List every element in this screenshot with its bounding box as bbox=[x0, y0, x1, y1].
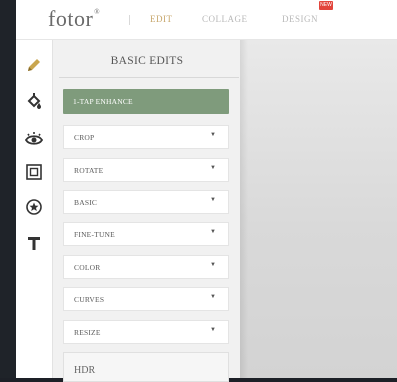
new-badge: NEW bbox=[319, 1, 333, 10]
panel-divider bbox=[59, 77, 239, 78]
panel-title: BASIC EDITS bbox=[110, 55, 184, 67]
tab-collage[interactable]: COLLAGE bbox=[202, 14, 248, 24]
frame-icon[interactable] bbox=[22, 160, 46, 184]
chevron-down-icon: ▼ bbox=[210, 294, 216, 300]
sticker-icon[interactable] bbox=[22, 195, 46, 219]
chevron-down-icon: ▼ bbox=[210, 165, 216, 171]
rotate-dropdown[interactable]: ROTATE ▼ bbox=[63, 158, 229, 182]
pencil-icon[interactable] bbox=[22, 53, 46, 77]
chevron-down-icon: ▼ bbox=[210, 327, 216, 333]
eye-icon[interactable] bbox=[22, 127, 46, 151]
crop-dropdown[interactable]: CROP ▼ bbox=[63, 125, 229, 149]
fotor-logo[interactable]: fotor® bbox=[48, 6, 100, 32]
basic-dropdown[interactable]: BASIC ▼ bbox=[63, 190, 229, 214]
tool-sidebar bbox=[16, 40, 52, 378]
chevron-down-icon: ▼ bbox=[210, 197, 216, 203]
canvas-edge-shadow bbox=[240, 40, 248, 378]
text-icon[interactable] bbox=[22, 231, 46, 255]
color-dropdown[interactable]: COLOR ▼ bbox=[63, 255, 229, 279]
tab-design[interactable]: DESIGN bbox=[282, 14, 318, 24]
one-tap-enhance-button[interactable]: 1-TAP ENHANCE bbox=[63, 89, 229, 114]
photo-canvas[interactable] bbox=[240, 40, 397, 378]
basic-edits-panel: BASIC EDITS 1-TAP ENHANCE CROP ▼ ROTATE … bbox=[52, 40, 240, 382]
paint-bucket-icon[interactable] bbox=[22, 90, 46, 114]
tab-edit[interactable]: EDIT bbox=[150, 14, 173, 24]
chevron-down-icon: ▼ bbox=[210, 132, 216, 138]
top-navigation-bar: fotor® EDIT COLLAGE DESIGN NEW bbox=[16, 0, 397, 40]
window-edge-left bbox=[0, 0, 16, 378]
chevron-down-icon: ▼ bbox=[210, 262, 216, 268]
fine-tune-dropdown[interactable]: FINE-TUNE ▼ bbox=[63, 222, 229, 246]
resize-dropdown[interactable]: RESIZE ▼ bbox=[63, 320, 229, 344]
chevron-down-icon: ▼ bbox=[210, 229, 216, 235]
curves-dropdown[interactable]: CURVES ▼ bbox=[63, 287, 229, 311]
nav-separator bbox=[129, 15, 130, 25]
